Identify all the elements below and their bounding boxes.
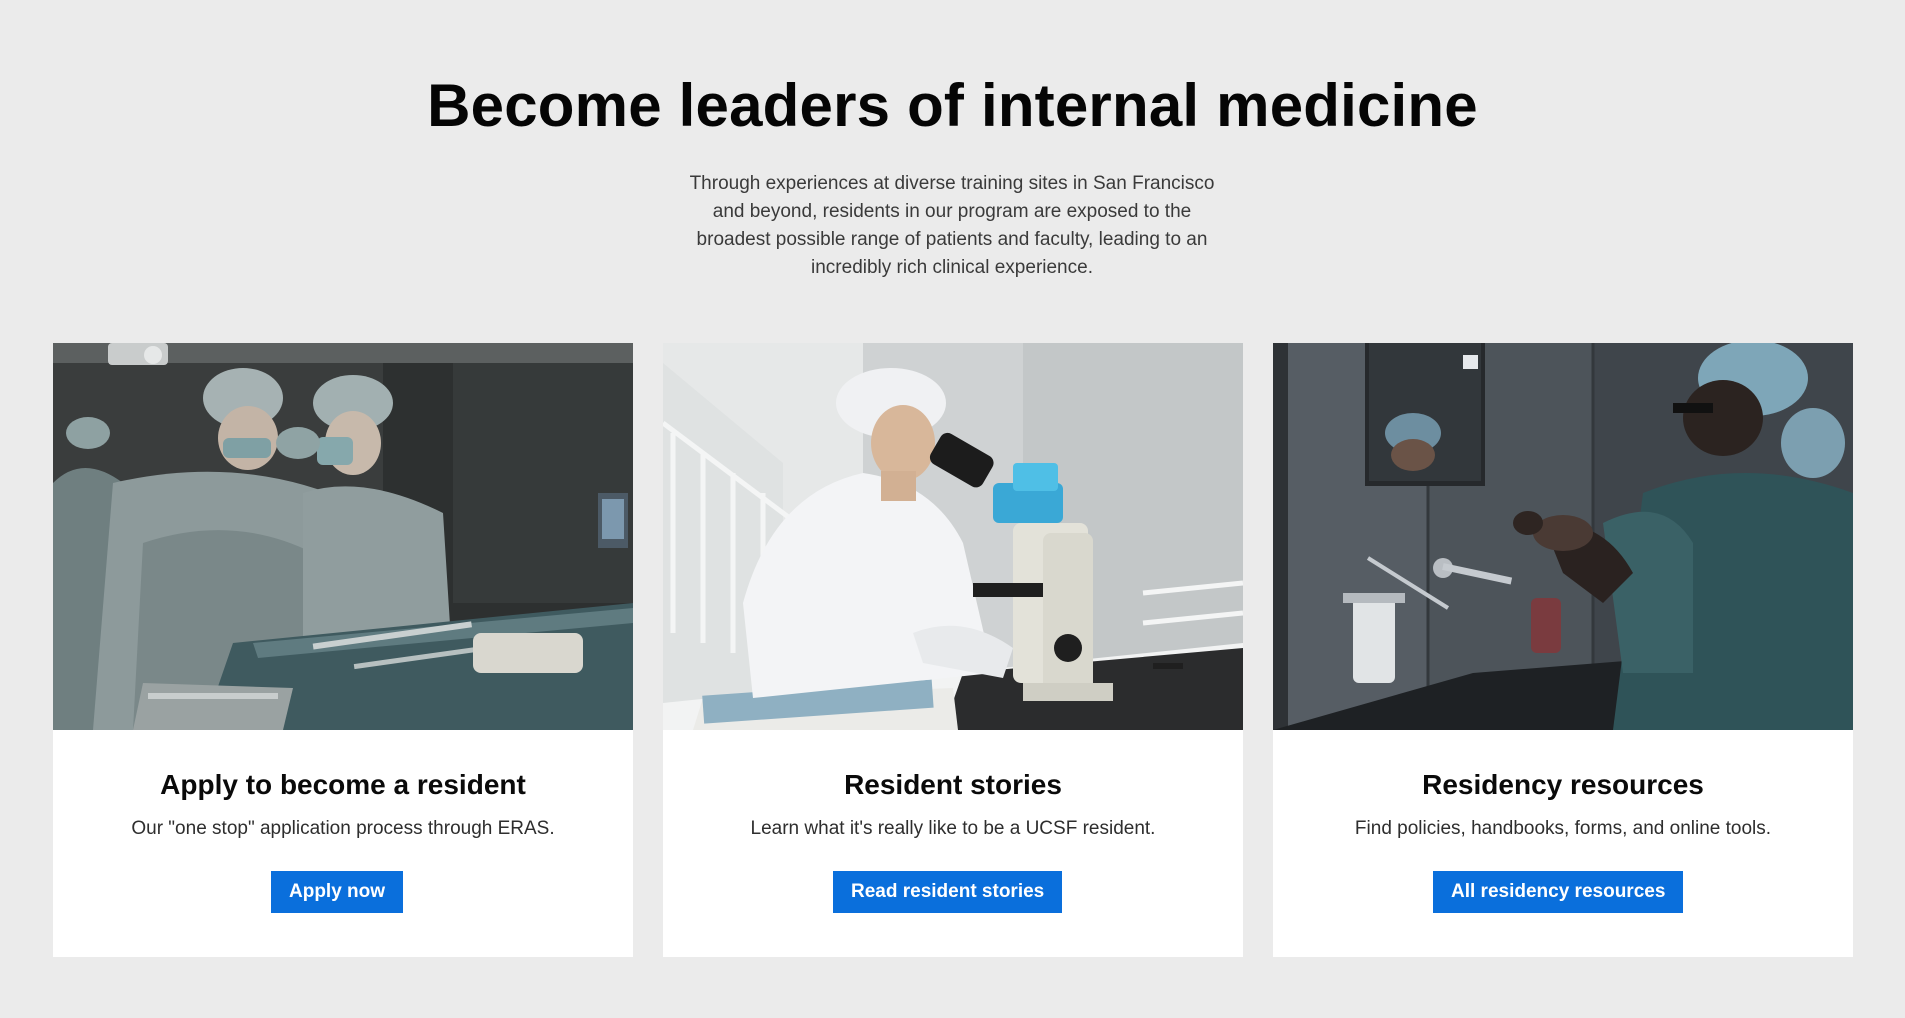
- surgery-team-photo: [53, 343, 633, 730]
- read-resident-stories-button[interactable]: Read resident stories: [833, 871, 1063, 913]
- card-description: Our "one stop" application process throu…: [131, 818, 555, 839]
- apply-card: Apply to become a resident Our "one stop…: [53, 343, 633, 957]
- intro-text: Through experiences at diverse training …: [689, 173, 1215, 278]
- card-title: Residency resources: [1422, 769, 1704, 800]
- residency-resources-card: Residency resources Find policies, handb…: [1273, 343, 1853, 957]
- card-title: Resident stories: [844, 769, 1062, 800]
- resident-stories-card: Resident stories Learn what it's really …: [663, 343, 1243, 957]
- page-title: Become leaders of internal medicine: [427, 72, 1478, 139]
- apply-now-button[interactable]: Apply now: [271, 871, 404, 913]
- card-description: Learn what it's really like to be a UCSF…: [750, 818, 1156, 839]
- surgeon-handwashing-photo: [1273, 343, 1853, 730]
- all-residency-resources-button[interactable]: All residency resources: [1433, 871, 1684, 913]
- microscope-researcher-photo: [663, 343, 1243, 730]
- card-description: Find policies, handbooks, forms, and onl…: [1354, 818, 1772, 839]
- card-title: Apply to become a resident: [160, 769, 526, 800]
